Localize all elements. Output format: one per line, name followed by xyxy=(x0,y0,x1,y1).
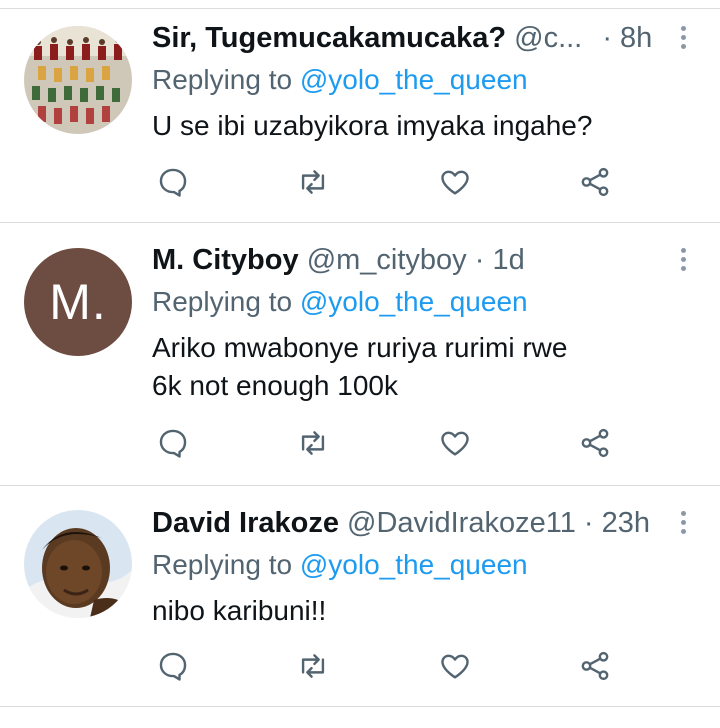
avatar-initial: M. xyxy=(49,274,107,330)
reply-icon[interactable] xyxy=(156,165,196,205)
tweet-2[interactable]: M. M. Cityboy @m_cityboy · 1d Replying t… xyxy=(0,223,720,485)
tweet-text: Ariko mwabonye ruriya rurimi rwe 6k not … xyxy=(152,329,567,405)
avatar[interactable]: M. xyxy=(24,248,132,356)
display-name[interactable]: David Irakoze xyxy=(152,507,339,539)
reply-icon[interactable] xyxy=(156,426,196,466)
user-handle[interactable]: @c... xyxy=(514,22,582,54)
tweet-text: U se ibi uzabyikora imyaka ingahe? xyxy=(152,107,592,145)
tweet-3[interactable]: David Irakoze @DavidIrakoze11 · 23h Repl… xyxy=(0,486,720,706)
avatar[interactable] xyxy=(24,510,132,618)
display-name[interactable]: M. Cityboy xyxy=(152,244,299,276)
like-icon[interactable] xyxy=(438,426,478,466)
reply-icon[interactable] xyxy=(156,649,196,689)
tweet-text-line: Ariko mwabonye ruriya rurimi rwe xyxy=(152,332,568,363)
mention-link[interactable]: @yolo_the_queen xyxy=(300,64,528,95)
more-options-icon[interactable] xyxy=(680,511,688,538)
timestamp[interactable]: 1d xyxy=(492,244,524,276)
mention-link[interactable]: @yolo_the_queen xyxy=(300,286,528,317)
profile-photo-image xyxy=(24,510,132,618)
action-bar xyxy=(152,426,622,466)
display-name[interactable]: Sir, Tugemucakamucaka? xyxy=(152,22,506,54)
user-handle[interactable]: @m_cityboy xyxy=(307,244,467,276)
retweet-icon[interactable] xyxy=(296,426,336,466)
retweet-icon[interactable] xyxy=(296,165,336,205)
more-options-icon[interactable] xyxy=(680,248,688,275)
tweet-1[interactable]: Sir, Tugemucakamucaka? @c... · 8h Replyi… xyxy=(0,9,720,222)
replying-to-label: Replying to xyxy=(152,286,293,317)
replying-to-label: Replying to xyxy=(152,549,293,580)
replying-to-label: Replying to xyxy=(152,64,293,95)
bottom-divider xyxy=(0,706,720,707)
replying-to: Replying to @yolo_the_queen xyxy=(152,547,528,583)
replying-to: Replying to @yolo_the_queen xyxy=(152,284,528,320)
timestamp[interactable]: 8h xyxy=(620,22,652,54)
tweet-text-line: U se ibi uzabyikora imyaka ingahe? xyxy=(152,110,593,141)
like-icon[interactable] xyxy=(438,649,478,689)
tweet-header: M. Cityboy @m_cityboy · 1d xyxy=(152,241,525,279)
avatar[interactable] xyxy=(24,26,132,134)
tweet-text: nibo karibuni!! xyxy=(152,592,326,630)
separator-dot: · xyxy=(583,507,594,539)
mention-link[interactable]: @yolo_the_queen xyxy=(300,549,528,580)
share-icon[interactable] xyxy=(578,426,618,466)
action-bar xyxy=(152,649,622,689)
tweet-header: Sir, Tugemucakamucaka? @c... · 8h xyxy=(152,19,652,57)
share-icon[interactable] xyxy=(578,165,618,205)
timestamp[interactable]: 23h xyxy=(602,507,650,539)
tweet-text-line: nibo karibuni!! xyxy=(152,595,327,626)
retweet-icon[interactable] xyxy=(296,649,336,689)
user-handle[interactable]: @DavidIrakoze11 xyxy=(347,507,576,539)
group-photo-image xyxy=(24,26,132,134)
separator-dot: · xyxy=(474,244,485,276)
like-icon[interactable] xyxy=(438,165,478,205)
separator-dot: · xyxy=(602,22,612,54)
tweet-text-line: 6k not enough 100k xyxy=(152,370,398,401)
more-options-icon[interactable] xyxy=(680,26,688,53)
share-icon[interactable] xyxy=(578,649,618,689)
action-bar xyxy=(152,165,622,205)
tweet-header: David Irakoze @DavidIrakoze11 · 23h xyxy=(152,504,650,542)
replying-to: Replying to @yolo_the_queen xyxy=(152,62,528,98)
